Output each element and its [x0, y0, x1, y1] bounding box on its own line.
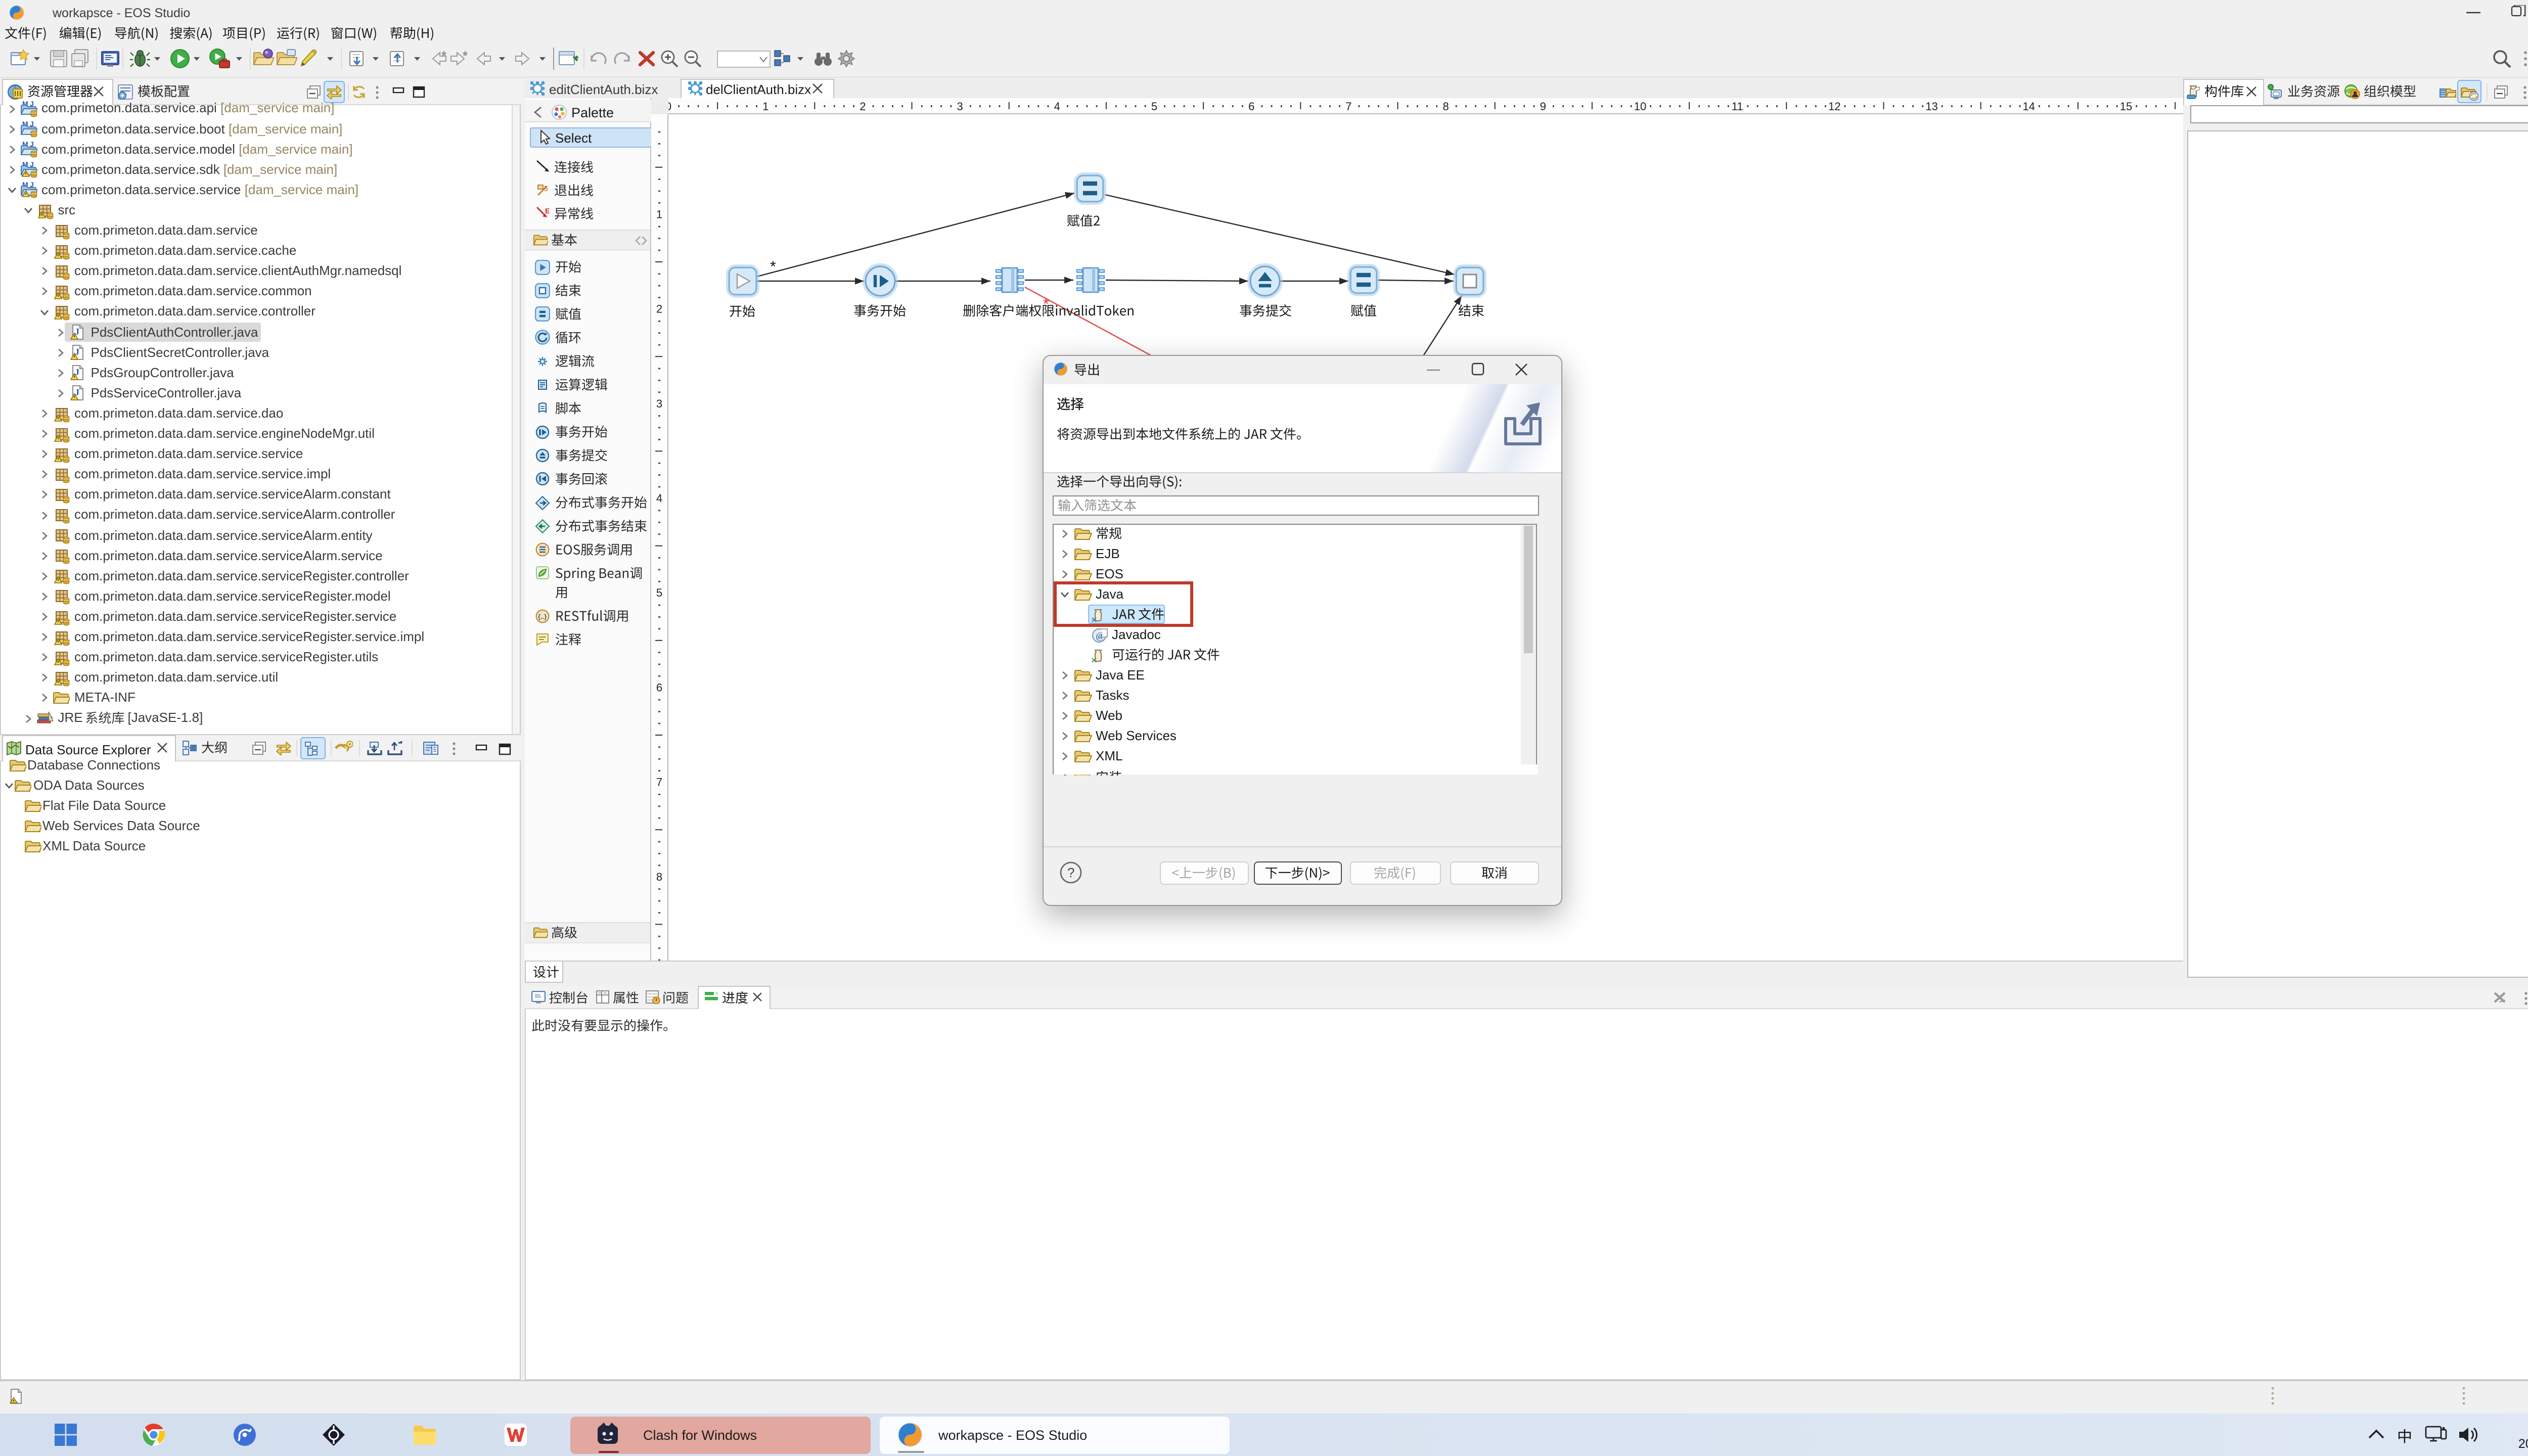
svg-text:14: 14 — [2023, 100, 2035, 112]
svg-text:2: 2 — [656, 302, 662, 315]
svg-text:5: 5 — [1151, 100, 1157, 112]
svg-text:*: * — [1043, 295, 1049, 312]
svg-text:8: 8 — [656, 870, 662, 883]
svg-text:11: 11 — [1732, 100, 1743, 112]
svg-text:4: 4 — [656, 491, 662, 504]
svg-text:9: 9 — [1540, 100, 1546, 112]
svg-text:6: 6 — [1248, 100, 1254, 112]
svg-text:?: ? — [1067, 865, 1074, 880]
svg-text:1: 1 — [656, 207, 662, 220]
svg-text:3: 3 — [957, 100, 963, 112]
svg-text:7: 7 — [1345, 100, 1351, 112]
svg-text:5: 5 — [656, 586, 662, 599]
svg-text:5: 5 — [544, 185, 548, 193]
svg-text:12: 12 — [1828, 100, 1840, 112]
svg-text:4: 4 — [1054, 100, 1060, 112]
svg-text:7: 7 — [656, 776, 662, 788]
svg-text:3: 3 — [656, 397, 662, 410]
svg-text:15: 15 — [2120, 100, 2132, 112]
svg-text:E: E — [545, 207, 550, 215]
svg-text:1: 1 — [762, 100, 769, 112]
svg-text:{..}: {..} — [538, 612, 547, 620]
svg-text:*: * — [770, 258, 776, 275]
svg-text:13: 13 — [1925, 100, 1937, 112]
svg-text:6: 6 — [656, 680, 662, 693]
svg-text:8: 8 — [1442, 100, 1449, 112]
svg-text:2: 2 — [860, 100, 866, 112]
svg-text:10: 10 — [1634, 100, 1646, 112]
